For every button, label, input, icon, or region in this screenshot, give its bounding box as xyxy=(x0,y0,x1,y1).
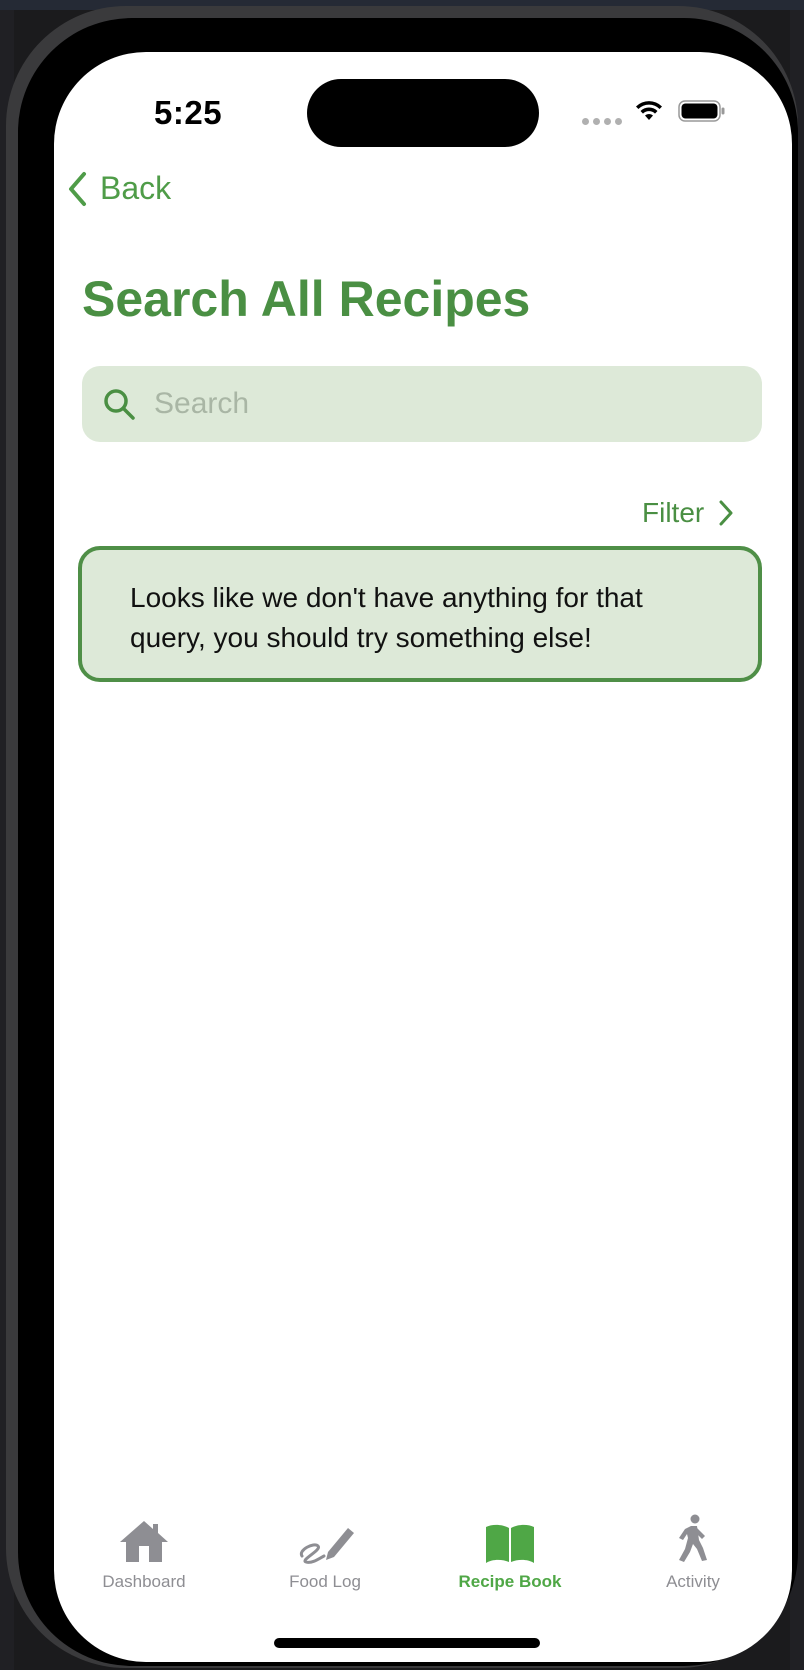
search-input[interactable] xyxy=(152,386,736,422)
tab-food-log[interactable]: Food Log xyxy=(235,1512,415,1592)
battery-icon xyxy=(678,100,725,122)
home-indicator[interactable] xyxy=(274,1638,540,1648)
pencil-scribble-icon xyxy=(299,1528,354,1564)
house-icon xyxy=(120,1521,168,1562)
tab-recipe-book[interactable]: Recipe Book xyxy=(420,1512,600,1592)
walking-figure-icon xyxy=(679,1514,707,1562)
search-bar[interactable] xyxy=(82,366,762,442)
cellular-signal-icon xyxy=(582,118,622,125)
tab-activity[interactable]: Activity xyxy=(603,1512,783,1592)
page-title: Search All Recipes xyxy=(82,271,531,327)
search-icon xyxy=(104,389,135,420)
empty-results-card: Looks like we don't have anything for th… xyxy=(78,546,762,682)
tab-label-dashboard: Dashboard xyxy=(102,1572,186,1591)
status-time: 5:25 xyxy=(154,94,223,131)
tab-dashboard[interactable]: Dashboard xyxy=(54,1512,234,1592)
dynamic-island xyxy=(307,79,539,147)
back-button[interactable]: Back xyxy=(66,170,171,207)
phone-frame: 5:25 Back Search All Recipes Search Filt… xyxy=(6,6,798,1668)
wifi-icon xyxy=(636,101,662,120)
tab-label-recipe-book: Recipe Book xyxy=(458,1572,562,1591)
filter-button[interactable]: Filter xyxy=(642,497,734,529)
back-label: Back xyxy=(100,170,172,206)
tab-label-activity: Activity xyxy=(666,1572,720,1591)
phone-bezel: 5:25 Back Search All Recipes Search Filt… xyxy=(18,18,798,1666)
app-screen: 5:25 Back Search All Recipes Search Filt… xyxy=(54,52,792,1662)
tab-bar: Dashboard Food Log Recipe Book Activity xyxy=(54,1512,792,1622)
filter-label: Filter xyxy=(642,497,705,528)
tab-label-food-log: Food Log xyxy=(289,1572,361,1591)
empty-results-message: Looks like we don't have anything for th… xyxy=(130,582,643,653)
book-icon xyxy=(486,1524,534,1563)
chevron-left-icon xyxy=(69,171,86,206)
chevron-right-icon xyxy=(719,500,733,526)
